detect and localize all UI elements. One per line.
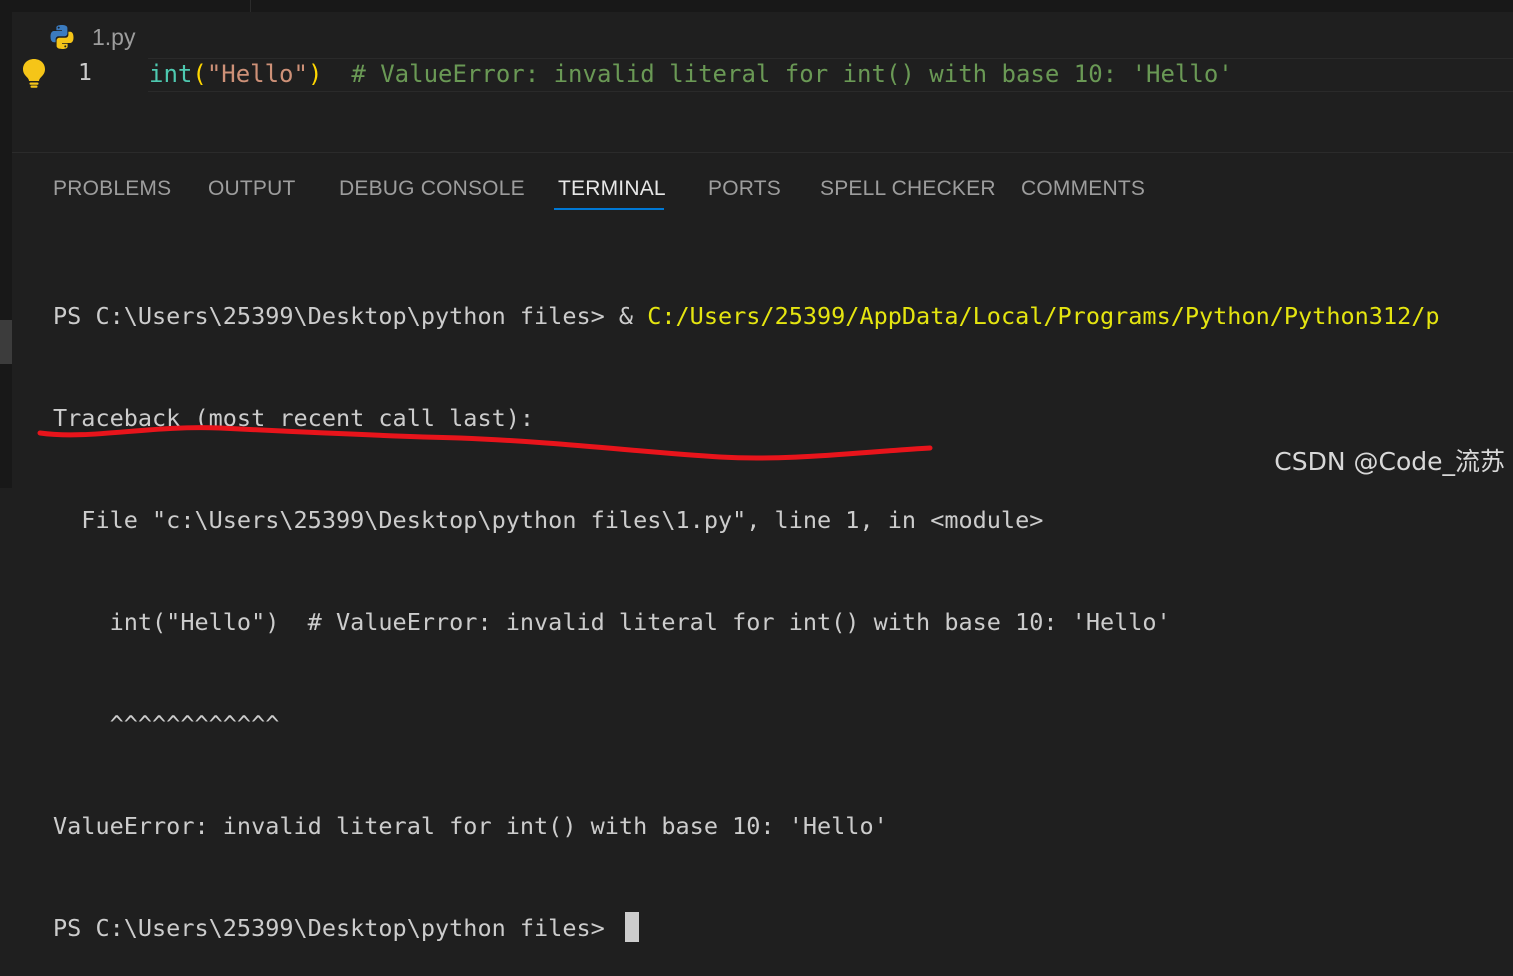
left-scrollbar[interactable]	[0, 0, 12, 488]
tab-edge	[250, 0, 251, 12]
terminal-prompt: PS C:\Users\25399\Desktop\python files> …	[53, 302, 648, 330]
terminal-line: PS C:\Users\25399\Desktop\python files> …	[53, 299, 1513, 333]
code-open-paren: (	[192, 60, 207, 88]
tab-ports[interactable]: PORTS	[708, 177, 781, 201]
lightbulb-icon[interactable]	[21, 58, 47, 88]
terminal-error-line: ValueError: invalid literal for int() wi…	[53, 812, 888, 840]
terminal-cursor	[624, 912, 639, 942]
code-comment: # ValueError: invalid literal for int() …	[322, 60, 1233, 88]
scrollbar-thumb[interactable]	[0, 320, 12, 364]
code-function: int	[149, 60, 193, 88]
tab-debug-console[interactable]: DEBUG CONSOLE	[339, 177, 525, 201]
breadcrumb[interactable]: 1.py	[48, 22, 135, 52]
title-bar-strip	[0, 0, 1513, 12]
tab-terminal[interactable]: TERMINAL	[558, 177, 666, 201]
terminal-line: File "c:\Users\25399\Desktop\python file…	[53, 506, 1044, 534]
python-file-icon	[48, 23, 76, 51]
terminal-output[interactable]: PS C:\Users\25399\Desktop\python files> …	[53, 231, 1513, 976]
tab-problems[interactable]: PROBLEMS	[53, 177, 171, 201]
file-name[interactable]: 1.py	[92, 24, 135, 51]
code-editor[interactable]: 1.py 1 int("Hello") # ValueError: invali…	[12, 12, 1513, 152]
tab-comments[interactable]: COMMENTS	[1021, 177, 1145, 201]
code-string: "Hello"	[206, 60, 308, 88]
panel-tabs: PROBLEMS OUTPUT DEBUG CONSOLE TERMINAL P…	[12, 153, 1513, 213]
tab-output[interactable]: OUTPUT	[208, 177, 296, 201]
bottom-panel: PROBLEMS OUTPUT DEBUG CONSOLE TERMINAL P…	[12, 152, 1513, 942]
terminal-line: ^^^^^^^^^^^^	[53, 710, 280, 738]
active-tab-indicator	[554, 208, 664, 210]
terminal-prompt: PS C:\Users\25399\Desktop\python files>	[53, 914, 619, 942]
tab-spell-checker[interactable]: SPELL CHECKER	[820, 177, 996, 201]
terminal-command-path: C:/Users/25399/AppData/Local/Programs/Py…	[647, 302, 1440, 330]
terminal-line: Traceback (most recent call last):	[53, 404, 535, 432]
code-line[interactable]: int("Hello") # ValueError: invalid liter…	[149, 59, 1233, 89]
watermark: CSDN @Code_流苏	[1274, 447, 1505, 476]
terminal-line: int("Hello") # ValueError: invalid liter…	[53, 608, 1171, 636]
code-close-paren: )	[307, 60, 323, 88]
line-number: 1	[78, 60, 92, 86]
terminal-line: PS C:\Users\25399\Desktop\python files>	[53, 911, 1513, 945]
